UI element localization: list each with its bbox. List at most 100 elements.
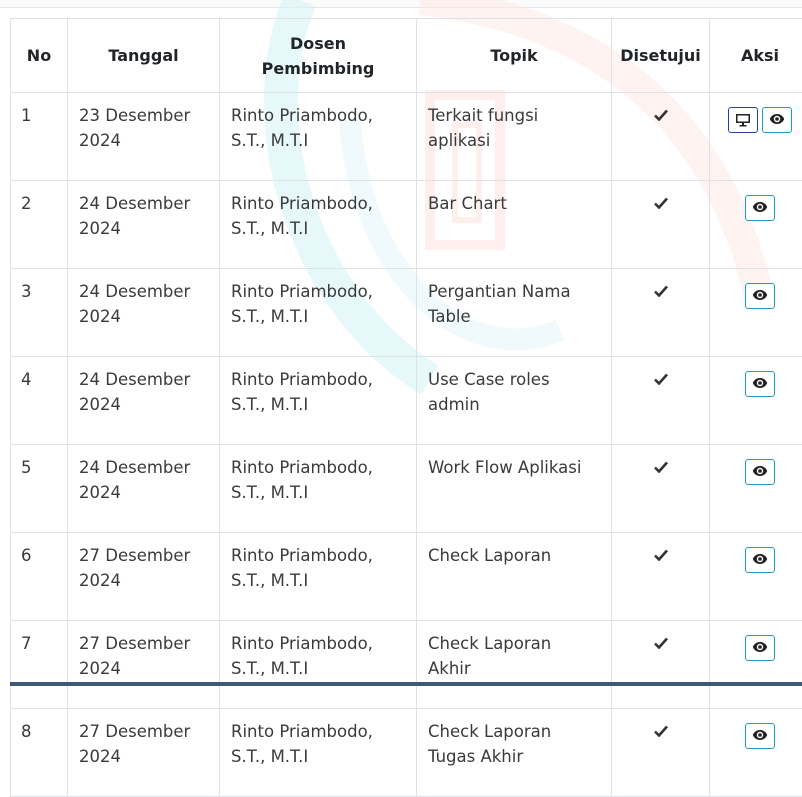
dosen-line2: S.T., M.T.I bbox=[231, 219, 308, 238]
header-disetujui: Disetujui bbox=[612, 19, 710, 93]
dosen-line1: Rinto Priambodo, bbox=[231, 370, 373, 389]
tanggal-line2: 2024 bbox=[79, 483, 121, 502]
eye-icon bbox=[763, 113, 791, 125]
topik-line2: Tugas Akhir bbox=[428, 747, 523, 766]
header-dosen: Dosen Pembimbing bbox=[220, 19, 417, 93]
cell-no: 1 bbox=[11, 93, 68, 181]
tanggal-line2: 2024 bbox=[79, 571, 121, 590]
header-aksi: Aksi bbox=[710, 19, 802, 93]
view-button[interactable] bbox=[745, 459, 775, 485]
tanggal-line2: 2024 bbox=[79, 747, 121, 766]
cell-tanggal: 24 Desember 2024 bbox=[68, 357, 220, 445]
view-button[interactable] bbox=[745, 547, 775, 573]
eye-icon bbox=[746, 729, 774, 741]
dosen-line1: Rinto Priambodo, bbox=[231, 546, 373, 565]
cell-dosen: Rinto Priambodo,S.T., M.T.I bbox=[220, 533, 417, 621]
table-row: 627 Desember2024Rinto Priambodo,S.T., M.… bbox=[11, 533, 802, 621]
cell-disetujui bbox=[612, 445, 710, 533]
check-icon bbox=[654, 106, 668, 125]
footer-bar bbox=[10, 682, 802, 686]
cell-aksi bbox=[710, 709, 802, 797]
tanggal-line1: 27 Desember bbox=[79, 546, 190, 565]
eye-icon bbox=[746, 641, 774, 653]
table-row: 2 24 Desember 2024 Rinto Priambodo, S.T., M.… bbox=[11, 181, 802, 269]
check-icon bbox=[654, 722, 668, 741]
eye-icon bbox=[746, 465, 774, 477]
dosen-line1: Rinto Priambodo, bbox=[231, 106, 373, 125]
view-button[interactable] bbox=[745, 371, 775, 397]
header-topik: Topik bbox=[417, 19, 612, 93]
cell-disetujui bbox=[612, 621, 710, 709]
check-icon bbox=[654, 634, 668, 653]
cell-aksi bbox=[710, 357, 802, 445]
cell-aksi bbox=[710, 269, 802, 357]
table-row: 5 24 Desember 2024 Rinto Priambodo, S.T., M.… bbox=[11, 445, 802, 533]
tanggal-line2: 2024 bbox=[79, 659, 121, 678]
dosen-line1: Rinto Priambodo, bbox=[231, 194, 373, 213]
view-button[interactable] bbox=[745, 283, 775, 309]
cell-aksi bbox=[710, 445, 802, 533]
table-row: 827 Desember2024Rinto Priambodo,S.T., M.… bbox=[11, 709, 802, 797]
tanggal-line1: 24 Desember bbox=[79, 194, 190, 213]
cell-topik: Terkait fungsiaplikasi bbox=[417, 93, 612, 181]
table-row: 727 Desember2024Rinto Priambodo,S.T., M.… bbox=[11, 621, 802, 709]
bimbingan-table: No Tanggal Dosen Pembimbing Topik Disetu… bbox=[10, 18, 802, 797]
topik-line1: Use Case roles bbox=[428, 370, 550, 389]
cell-dosen: Rinto Priambodo, S.T., M.T.I bbox=[220, 445, 417, 533]
tanggal-line2: 2024 bbox=[79, 131, 121, 150]
topik-line2: Table bbox=[428, 307, 471, 326]
tanggal-line1: 24 Desember bbox=[79, 370, 190, 389]
tanggal-line2: 2024 bbox=[79, 219, 121, 238]
table-header-row: No Tanggal Dosen Pembimbing Topik Disetu… bbox=[11, 19, 802, 93]
topik-line1: Terkait fungsi bbox=[428, 106, 538, 125]
cell-no: 5 bbox=[11, 445, 68, 533]
bimbingan-table-container: No Tanggal Dosen Pembimbing Topik Disetu… bbox=[10, 18, 802, 797]
dosen-line2: S.T., M.T.I bbox=[231, 659, 308, 678]
table-row: 123 Desember2024Rinto Priambodo,S.T., M.… bbox=[11, 93, 802, 181]
view-button[interactable] bbox=[762, 107, 792, 133]
cell-no: 7 bbox=[11, 621, 68, 709]
topik-line1: Check Laporan bbox=[428, 634, 551, 653]
monitor-icon bbox=[729, 113, 757, 127]
check-icon bbox=[654, 282, 668, 301]
cell-topik: Check Laporan bbox=[417, 533, 612, 621]
cell-topik: Bar Chart bbox=[417, 181, 612, 269]
cell-tanggal: 24 Desember 2024 bbox=[68, 181, 220, 269]
cell-disetujui bbox=[612, 181, 710, 269]
cell-aksi bbox=[710, 533, 802, 621]
tanggal-line2: 2024 bbox=[79, 307, 121, 326]
tanggal-line1: 27 Desember bbox=[79, 634, 190, 653]
dosen-line1: Rinto Priambodo, bbox=[231, 458, 373, 477]
cell-disetujui bbox=[612, 533, 710, 621]
cell-no: 2 bbox=[11, 181, 68, 269]
topik-line1: Pergantian Nama bbox=[428, 282, 571, 301]
cell-dosen: Rinto Priambodo,S.T., M.T.I bbox=[220, 269, 417, 357]
eye-icon bbox=[746, 553, 774, 565]
cell-tanggal: 24 Desember 2024 bbox=[68, 269, 220, 357]
tanggal-line1: 24 Desember bbox=[79, 282, 190, 301]
dosen-line2: S.T., M.T.I bbox=[231, 483, 308, 502]
tanggal-line1: 23 Desember bbox=[79, 106, 190, 125]
cell-no: 3 bbox=[11, 269, 68, 357]
header-dosen-line2: Pembimbing bbox=[262, 59, 375, 78]
dosen-line1: Rinto Priambodo, bbox=[231, 722, 373, 741]
table-row: 3 24 Desember 2024 Rinto Priambodo,S.T., M.… bbox=[11, 269, 802, 357]
cell-tanggal: 27 Desember 2024 bbox=[68, 533, 220, 621]
view-button[interactable] bbox=[745, 723, 775, 749]
header-no: No bbox=[11, 19, 68, 93]
topik-line1: Check Laporan bbox=[428, 722, 551, 741]
topik-line1: Work Flow Aplikasi bbox=[428, 458, 581, 477]
present-button[interactable] bbox=[728, 107, 758, 133]
cell-no: 8 bbox=[11, 709, 68, 797]
cell-disetujui bbox=[612, 709, 710, 797]
cell-disetujui bbox=[612, 357, 710, 445]
cell-dosen: Rinto Priambodo, S.T., M.T.I bbox=[220, 181, 417, 269]
cell-disetujui bbox=[612, 269, 710, 357]
cell-aksi bbox=[710, 621, 802, 709]
view-button[interactable] bbox=[745, 195, 775, 221]
cell-dosen: Rinto Priambodo,S.T., M.T.I bbox=[220, 709, 417, 797]
tanggal-line1: 24 Desember bbox=[79, 458, 190, 477]
tanggal-line2: 2024 bbox=[79, 395, 121, 414]
dosen-line1: Rinto Priambodo, bbox=[231, 282, 373, 301]
view-button[interactable] bbox=[745, 635, 775, 661]
